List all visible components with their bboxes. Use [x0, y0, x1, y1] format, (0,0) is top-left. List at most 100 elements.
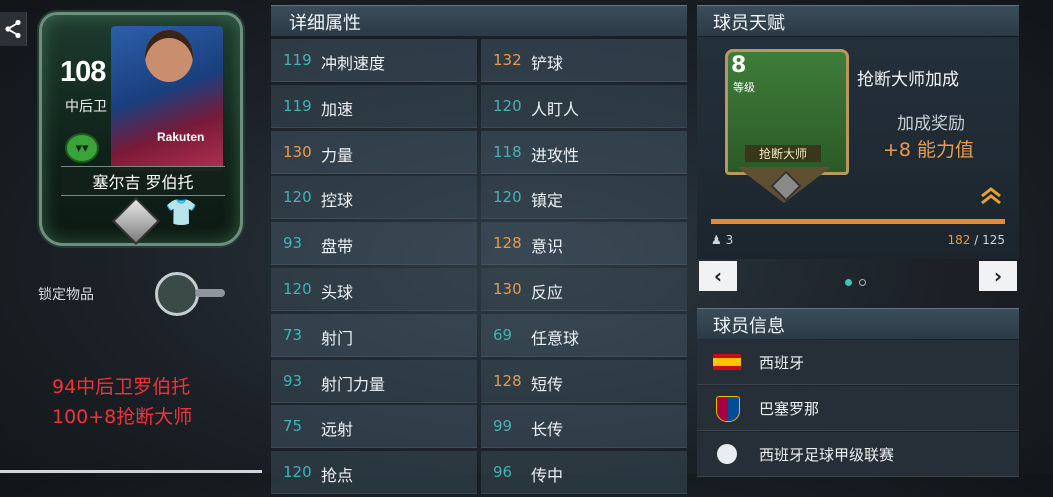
- attribute-name: 意识: [531, 237, 564, 257]
- attributes-title: 详细属性: [289, 13, 361, 34]
- attribute-row: 119 冲刺速度: [271, 39, 477, 82]
- pumpkin-icon: ▾▾: [65, 133, 99, 163]
- attribute-row: 128 短传: [481, 359, 687, 403]
- attribute-name: 盘带: [321, 237, 354, 257]
- club-crest-icon: [713, 396, 741, 422]
- player-rating: 108: [60, 56, 106, 88]
- attribute-value: 120: [493, 96, 522, 115]
- player-position: 中后卫: [65, 99, 107, 115]
- badge-name: 抢断大师: [745, 145, 821, 162]
- attribute-name: 短传: [531, 374, 564, 394]
- spain-flag-icon: [713, 352, 741, 372]
- club-row[interactable]: 巴塞罗那: [697, 386, 1019, 431]
- nation-row[interactable]: 西班牙: [697, 340, 1019, 385]
- trait-badge[interactable]: 8 等级 抢断大师: [725, 49, 849, 203]
- trait-body: 8 等级 抢断大师 抢断大师加成 加成奖励 +8 能力值 ♟ 3 182 / 1…: [697, 37, 1019, 259]
- attribute-value: 73: [283, 325, 303, 344]
- attribute-name: 传中: [531, 466, 564, 486]
- attribute-name: 镇定: [531, 191, 564, 211]
- attribute-row: 120 头球: [271, 267, 477, 311]
- attribute-row: 130 力量: [271, 130, 477, 174]
- attribute-name: 铲球: [531, 54, 564, 73]
- attribute-value: 69: [493, 325, 513, 344]
- info-title: 球员信息: [713, 316, 785, 337]
- attributes-panel: 详细属性 119 冲刺速度 119 加速 130 力量 120 控球 93 盘带 120 头球 73 射门…: [271, 5, 687, 495]
- share-button[interactable]: [0, 12, 27, 46]
- player-face: [145, 30, 193, 82]
- badge-level-label: 等级: [733, 81, 755, 94]
- attribute-value: 120: [283, 188, 312, 207]
- attribute-row: 120 控球: [271, 176, 477, 220]
- trait-progress-fill: [711, 219, 1005, 224]
- attributes-left-column: 119 冲刺速度 119 加速 130 力量 120 控球 93 盘带 120 头球 73 射门 93 射门力…: [271, 39, 477, 497]
- overlay-caption-line1: 94中后卫罗伯托: [52, 376, 191, 398]
- attribute-value: 132: [493, 51, 522, 69]
- attribute-row: 99 长传: [481, 405, 687, 449]
- progress-readout: 182 / 125: [948, 233, 1006, 247]
- badge-level-number: 8: [731, 53, 747, 78]
- bonus-label: 加成奖励: [897, 114, 965, 134]
- lock-item-label: 锁定物品: [38, 287, 94, 303]
- attribute-name: 远射: [321, 420, 354, 440]
- attribute-name: 任意球: [531, 328, 580, 348]
- attribute-row: 132 铲球: [481, 39, 687, 82]
- person-icon: ♟: [711, 233, 722, 247]
- attribute-name: 人盯人: [531, 99, 580, 119]
- attribute-value: 120: [283, 463, 312, 482]
- next-trait-button[interactable]: ›: [979, 261, 1017, 291]
- page-dot[interactable]: [859, 279, 866, 286]
- attribute-value: 119: [283, 96, 312, 115]
- overlay-caption-line2: 100+8抢断大师: [52, 406, 193, 428]
- player-card[interactable]: Rakuten 108 中后卫 ▾▾ 塞尔吉 罗伯托 👕: [27, 8, 249, 246]
- attribute-row: 120 抢点: [271, 451, 477, 495]
- attribute-value: 120: [283, 279, 312, 298]
- attribute-name: 进攻性: [531, 145, 580, 165]
- attribute-row: 119 加速: [271, 84, 477, 128]
- attribute-name: 力量: [321, 145, 354, 165]
- player-info-panel: 球员信息 西班牙 巴塞罗那 西班牙足球甲级联赛: [697, 308, 1019, 477]
- trait-header: 球员天赋: [697, 5, 1019, 36]
- attribute-row: 120 人盯人: [481, 84, 687, 128]
- attribute-name: 头球: [321, 282, 354, 302]
- attribute-row: 75 远射: [271, 405, 477, 449]
- double-chevron-up-icon: [981, 187, 1001, 205]
- attribute-row: 73 射门: [271, 313, 477, 357]
- divider: [0, 470, 262, 473]
- jersey-sponsor: Rakuten: [157, 130, 205, 144]
- prev-trait-button[interactable]: ‹: [699, 261, 737, 291]
- attribute-row: 128 意识: [481, 222, 687, 266]
- league-row[interactable]: 西班牙足球甲级联赛: [697, 432, 1019, 477]
- attribute-value: 130: [493, 279, 522, 298]
- share-icon: [5, 19, 21, 39]
- attributes-header: 详细属性: [271, 5, 687, 36]
- lock-item-toggle[interactable]: [155, 272, 227, 316]
- trait-title: 球员天赋: [713, 13, 785, 34]
- attribute-value: 130: [283, 142, 312, 161]
- attribute-value: 119: [283, 51, 312, 69]
- attribute-row: 96 传中: [481, 451, 687, 495]
- attribute-row: 93 盘带: [271, 222, 477, 266]
- attribute-value: 128: [493, 234, 522, 253]
- toggle-track: [195, 289, 225, 297]
- league-logo-icon: [713, 444, 741, 464]
- trait-progress-bar: [711, 219, 1005, 224]
- player-count: ♟ 3: [711, 233, 733, 247]
- attribute-value: 93: [283, 371, 303, 390]
- club-name: 巴塞罗那: [759, 400, 820, 418]
- attributes-right-column: 132 铲球 120 人盯人 118 进攻性 120 镇定 128 意识 130 反应 69 任意球 128…: [481, 39, 687, 497]
- attribute-name: 长传: [531, 420, 564, 440]
- bonus-value: +8 能力值: [883, 139, 975, 161]
- attribute-name: 射门: [321, 328, 354, 348]
- trait-name: 抢断大师加成: [857, 70, 959, 90]
- attribute-name: 控球: [321, 191, 354, 211]
- player-name: 塞尔吉 罗伯托: [61, 166, 225, 196]
- page-dot-active[interactable]: [845, 279, 852, 286]
- attribute-value: 99: [493, 417, 513, 436]
- attribute-value: 128: [493, 371, 522, 390]
- attribute-value: 93: [283, 234, 303, 253]
- attribute-name: 冲刺速度: [321, 54, 386, 73]
- attribute-name: 抢点: [321, 466, 354, 486]
- toggle-knob: [155, 272, 199, 316]
- attribute-row: 93 射门力量: [271, 359, 477, 403]
- attribute-name: 射门力量: [321, 374, 386, 394]
